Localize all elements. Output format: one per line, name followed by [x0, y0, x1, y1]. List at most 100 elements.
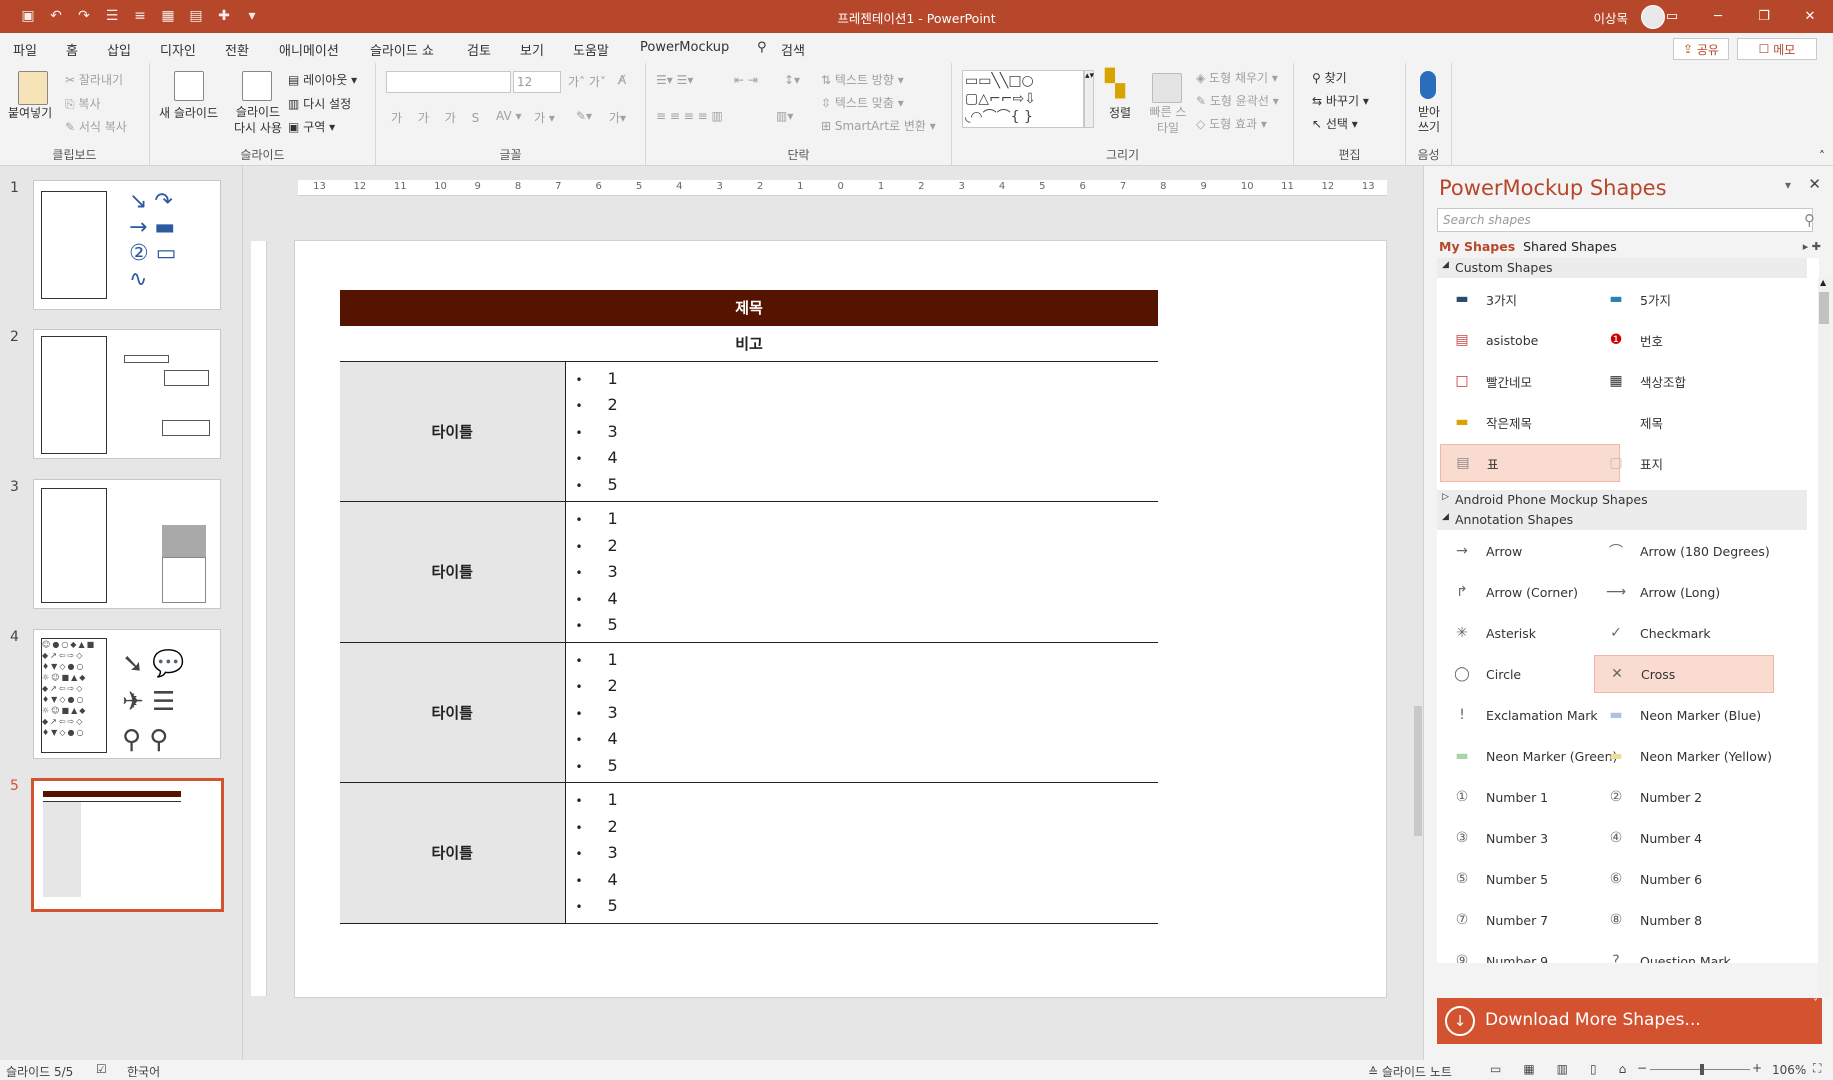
row-label[interactable]: 타이틀 [340, 642, 566, 783]
tab-help[interactable]: 도움말 [573, 40, 609, 59]
collapse-ribbon-icon[interactable]: ˄ [1819, 149, 1825, 163]
shape-item[interactable]: ⌒ Arrow (180 Degrees) [1594, 532, 1774, 570]
microphone-icon[interactable] [1420, 71, 1436, 99]
shape-item[interactable]: ❶ 번호 [1594, 321, 1774, 359]
row-label[interactable]: 타이틀 [340, 361, 566, 502]
fit-slide-icon[interactable]: ⛶ [1813, 1061, 1821, 1076]
paste-button[interactable]: 붙여넣기 [8, 104, 52, 121]
tab-animations[interactable]: 애니메이션 [279, 40, 339, 59]
tab-powermockup[interactable]: PowerMockup [640, 40, 729, 55]
shape-outline-button[interactable]: ✎ 도형 윤곽선 ▾ [1196, 92, 1279, 109]
scroll-up-icon[interactable]: ▲ [1820, 278, 1826, 287]
tab-home[interactable]: 홈 [66, 40, 78, 65]
shape-item[interactable]: ▢ 표지 [1594, 444, 1774, 482]
gallery-scroll[interactable]: ▴▾ [1084, 70, 1094, 128]
shape-item[interactable]: ! Exclamation Mark [1440, 696, 1620, 734]
section-button[interactable]: ▣ 구역 ▾ [288, 118, 335, 135]
shape-item[interactable]: ? Question Mark [1594, 942, 1774, 963]
columns-icon[interactable]: ▥▾ [776, 109, 793, 123]
shape-item[interactable]: ② Number 2 [1594, 778, 1774, 816]
pane-nav-icons[interactable]: ▸ ✚ [1803, 240, 1821, 253]
shape-item[interactable]: ④ Number 4 [1594, 819, 1774, 857]
arrange-icon[interactable]: ▚ [1105, 71, 1135, 101]
tab-transitions[interactable]: 전환 [225, 40, 249, 59]
shapes-gallery[interactable]: ▭▭╲╲□○ ▢△⌐⌐⇨⇩ ◟◠⌒⌒{ } [962, 70, 1084, 128]
collapse-icon[interactable]: ˅ [1813, 998, 1818, 1009]
paste-icon[interactable] [18, 71, 48, 105]
dictate-button[interactable]: 받아 쓰기 [1413, 105, 1445, 135]
section-header[interactable]: ◢ Annotation Shapes [1437, 510, 1807, 530]
search-input[interactable]: Search shapes [1437, 208, 1813, 232]
memo-button[interactable]: ☐ 메모 [1737, 38, 1817, 60]
shape-item[interactable]: 제목 [1594, 403, 1774, 441]
cut-button[interactable]: ✂ 잘라내기 [65, 71, 123, 88]
text-direction-button[interactable]: ⇅ 텍스트 방향 ▾ [821, 71, 904, 88]
new-slide-button[interactable]: 새 슬라이드 [159, 104, 218, 121]
select-button[interactable]: ↖ 선택 ▾ [1312, 115, 1358, 132]
zoom-level[interactable]: 106% [1772, 1063, 1806, 1077]
shapes-list-scrollbar[interactable]: ▲ [1818, 278, 1830, 998]
zoom-out-icon[interactable]: − [1637, 1061, 1647, 1075]
shape-item[interactable]: ③ Number 3 [1440, 819, 1620, 857]
layout-button[interactable]: ▤ 레이아웃 ▾ [288, 71, 357, 88]
row-content[interactable]: • 1 • 2 • 3 • 4 • 5 [565, 782, 1158, 924]
tab-search[interactable]: 검색 [781, 40, 805, 59]
quick-styles-button[interactable]: 빠른 스타일 [1148, 104, 1188, 136]
alignment-icons[interactable]: ≡ ≡ ≡ ≡ ▥ [656, 109, 723, 123]
share-button[interactable]: ⇪ 공유 [1673, 38, 1729, 60]
section-header[interactable]: ▷ Android Phone Mockup Shapes [1437, 490, 1807, 510]
shape-item[interactable]: ✳ Asterisk [1440, 614, 1620, 652]
shape-item[interactable]: ⟶ Arrow (Long) [1594, 573, 1774, 611]
shape-item[interactable]: → Arrow [1440, 532, 1620, 570]
shape-item[interactable]: ◯ Circle [1440, 655, 1620, 693]
arrange-button[interactable]: 정렬 [1109, 104, 1131, 121]
shape-item[interactable]: ▤ asistobe [1440, 321, 1620, 359]
font-style-icons[interactable]: 가 가 가 S [391, 109, 485, 126]
search-icon[interactable]: ⚲ [757, 40, 767, 55]
font-name-select[interactable] [386, 71, 511, 93]
reuse-slides-icon[interactable] [242, 71, 272, 101]
tab-my-shapes[interactable]: My Shapes [1439, 239, 1515, 254]
shape-item[interactable]: ✕ Cross [1594, 655, 1774, 693]
slide-thumbnail-4[interactable]: ☺●○◆▲■ ◆↗⇦⇨◇ ♦▼◇●○ ☼☺■▲◆ ◆↗⇦⇨◇ ♦▼◇●○ ☼☺■▲◆ ◆↗⇦⇨… [33, 629, 221, 759]
pane-options-icon[interactable]: ▾ [1785, 178, 1791, 192]
shape-item[interactable]: ▬ 5가지 [1594, 280, 1774, 318]
change-case-icon[interactable]: 가 ▾ [534, 109, 555, 126]
row-content[interactable]: • 1 • 2 • 3 • 4 • 5 [565, 642, 1158, 783]
row-content[interactable]: • 1 • 2 • 3 • 4 • 5 [565, 501, 1158, 643]
reset-button[interactable]: ▥ 다시 설정 [288, 95, 351, 112]
quick-styles-icon[interactable] [1152, 73, 1182, 103]
tab-file[interactable]: 파일 [13, 40, 37, 59]
zoom-slider[interactable] [1650, 1064, 1750, 1075]
ribbon-display-icon[interactable]: ▭ [1649, 0, 1695, 33]
char-spacing-icon[interactable]: AV ▾ [496, 109, 522, 123]
collapsed-icon[interactable]: ▷ [1442, 492, 1449, 502]
row-label[interactable]: 타이틀 [340, 501, 566, 643]
tab-insert[interactable]: 삽입 [107, 40, 131, 59]
shape-item[interactable]: ↱ Arrow (Corner) [1440, 573, 1620, 611]
font-color-icon[interactable]: 가▾ [609, 109, 626, 126]
shape-item[interactable]: ⑥ Number 6 [1594, 860, 1774, 898]
copy-button[interactable]: ⎘ 복사 [65, 95, 101, 112]
shape-item[interactable]: ⑧ Number 8 [1594, 901, 1774, 939]
shape-item[interactable]: ▬ Neon Marker (Green) [1440, 737, 1620, 775]
shape-item[interactable]: ⑨ Number 9 [1440, 942, 1620, 963]
close-icon[interactable]: ✕ [1787, 0, 1833, 33]
line-spacing-icon[interactable]: ↕▾ [784, 73, 800, 87]
row-content[interactable]: • 1 • 2 • 3 • 4 • 5 [565, 361, 1158, 502]
scrollbar-thumb[interactable] [1414, 706, 1422, 836]
table-title[interactable]: 제목 [340, 290, 1158, 327]
scrollbar-thumb[interactable] [1819, 292, 1829, 324]
new-slide-icon[interactable] [174, 71, 204, 101]
slide-thumbnail-3[interactable] [33, 479, 221, 609]
language-label[interactable]: 한국어 [127, 1063, 160, 1080]
zoom-in-icon[interactable]: + [1752, 1061, 1762, 1075]
slide-thumbnail-2[interactable] [33, 329, 221, 459]
row-label[interactable]: 타이틀 [340, 782, 566, 924]
close-pane-icon[interactable]: ✕ [1808, 175, 1821, 193]
indent-icon[interactable]: ⇤ ⇥ [734, 73, 758, 87]
tab-view[interactable]: 보기 [520, 40, 544, 59]
section-header[interactable]: ◢ Custom Shapes [1437, 258, 1807, 278]
slide-canvas[interactable]: 제목 비고 타이틀 • 1 • 2 • 3 • 4 • 5 타이틀 • 1 • 2 • 3 • 4 [294, 240, 1387, 998]
expanded-icon[interactable]: ◢ [1442, 260, 1449, 270]
